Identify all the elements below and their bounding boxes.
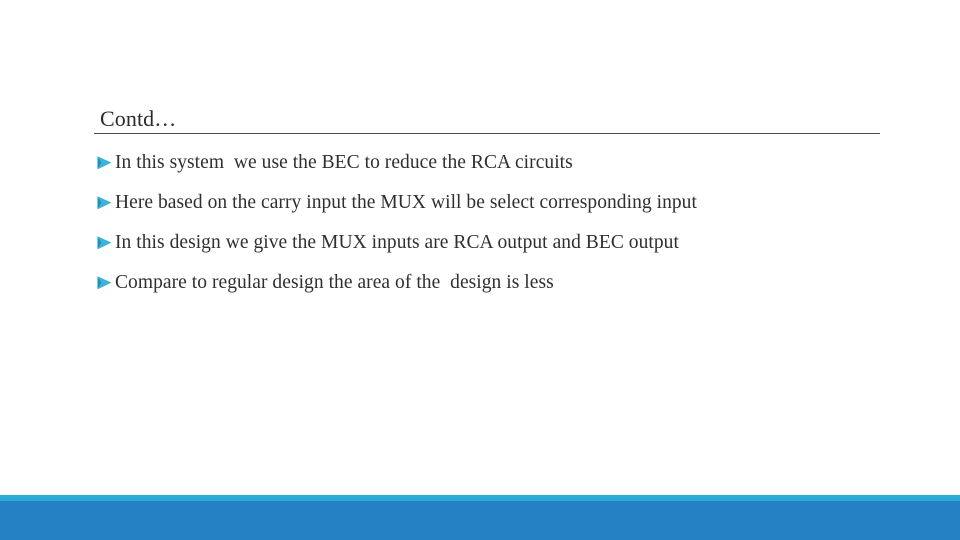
list-item-label: Here based on the carry input the MUX wi… bbox=[115, 192, 697, 213]
bullet-list: In this system we use the BEC to reduce … bbox=[96, 150, 936, 310]
list-item: In this design we give the MUX inputs ar… bbox=[96, 230, 936, 270]
page-title: Contd… bbox=[100, 106, 177, 131]
arrowhead-bullet-icon bbox=[96, 273, 115, 294]
footer-accent-blue-band bbox=[0, 501, 960, 540]
slide-title-block: Contd… bbox=[94, 106, 880, 134]
title-divider bbox=[94, 133, 880, 134]
arrowhead-bullet-icon bbox=[96, 193, 115, 214]
list-item: Here based on the carry input the MUX wi… bbox=[96, 190, 936, 230]
list-item-label: In this design we give the MUX inputs ar… bbox=[115, 232, 679, 253]
list-item-label: In this system we use the BEC to reduce … bbox=[115, 152, 573, 173]
arrowhead-bullet-icon bbox=[96, 233, 115, 254]
list-item-label: Compare to regular design the area of th… bbox=[115, 272, 554, 293]
arrowhead-bullet-icon bbox=[96, 153, 115, 174]
list-item: Compare to regular design the area of th… bbox=[96, 270, 936, 310]
slide-canvas: Contd… In this system we use the BEC to … bbox=[0, 0, 960, 540]
list-item: In this system we use the BEC to reduce … bbox=[96, 150, 936, 190]
